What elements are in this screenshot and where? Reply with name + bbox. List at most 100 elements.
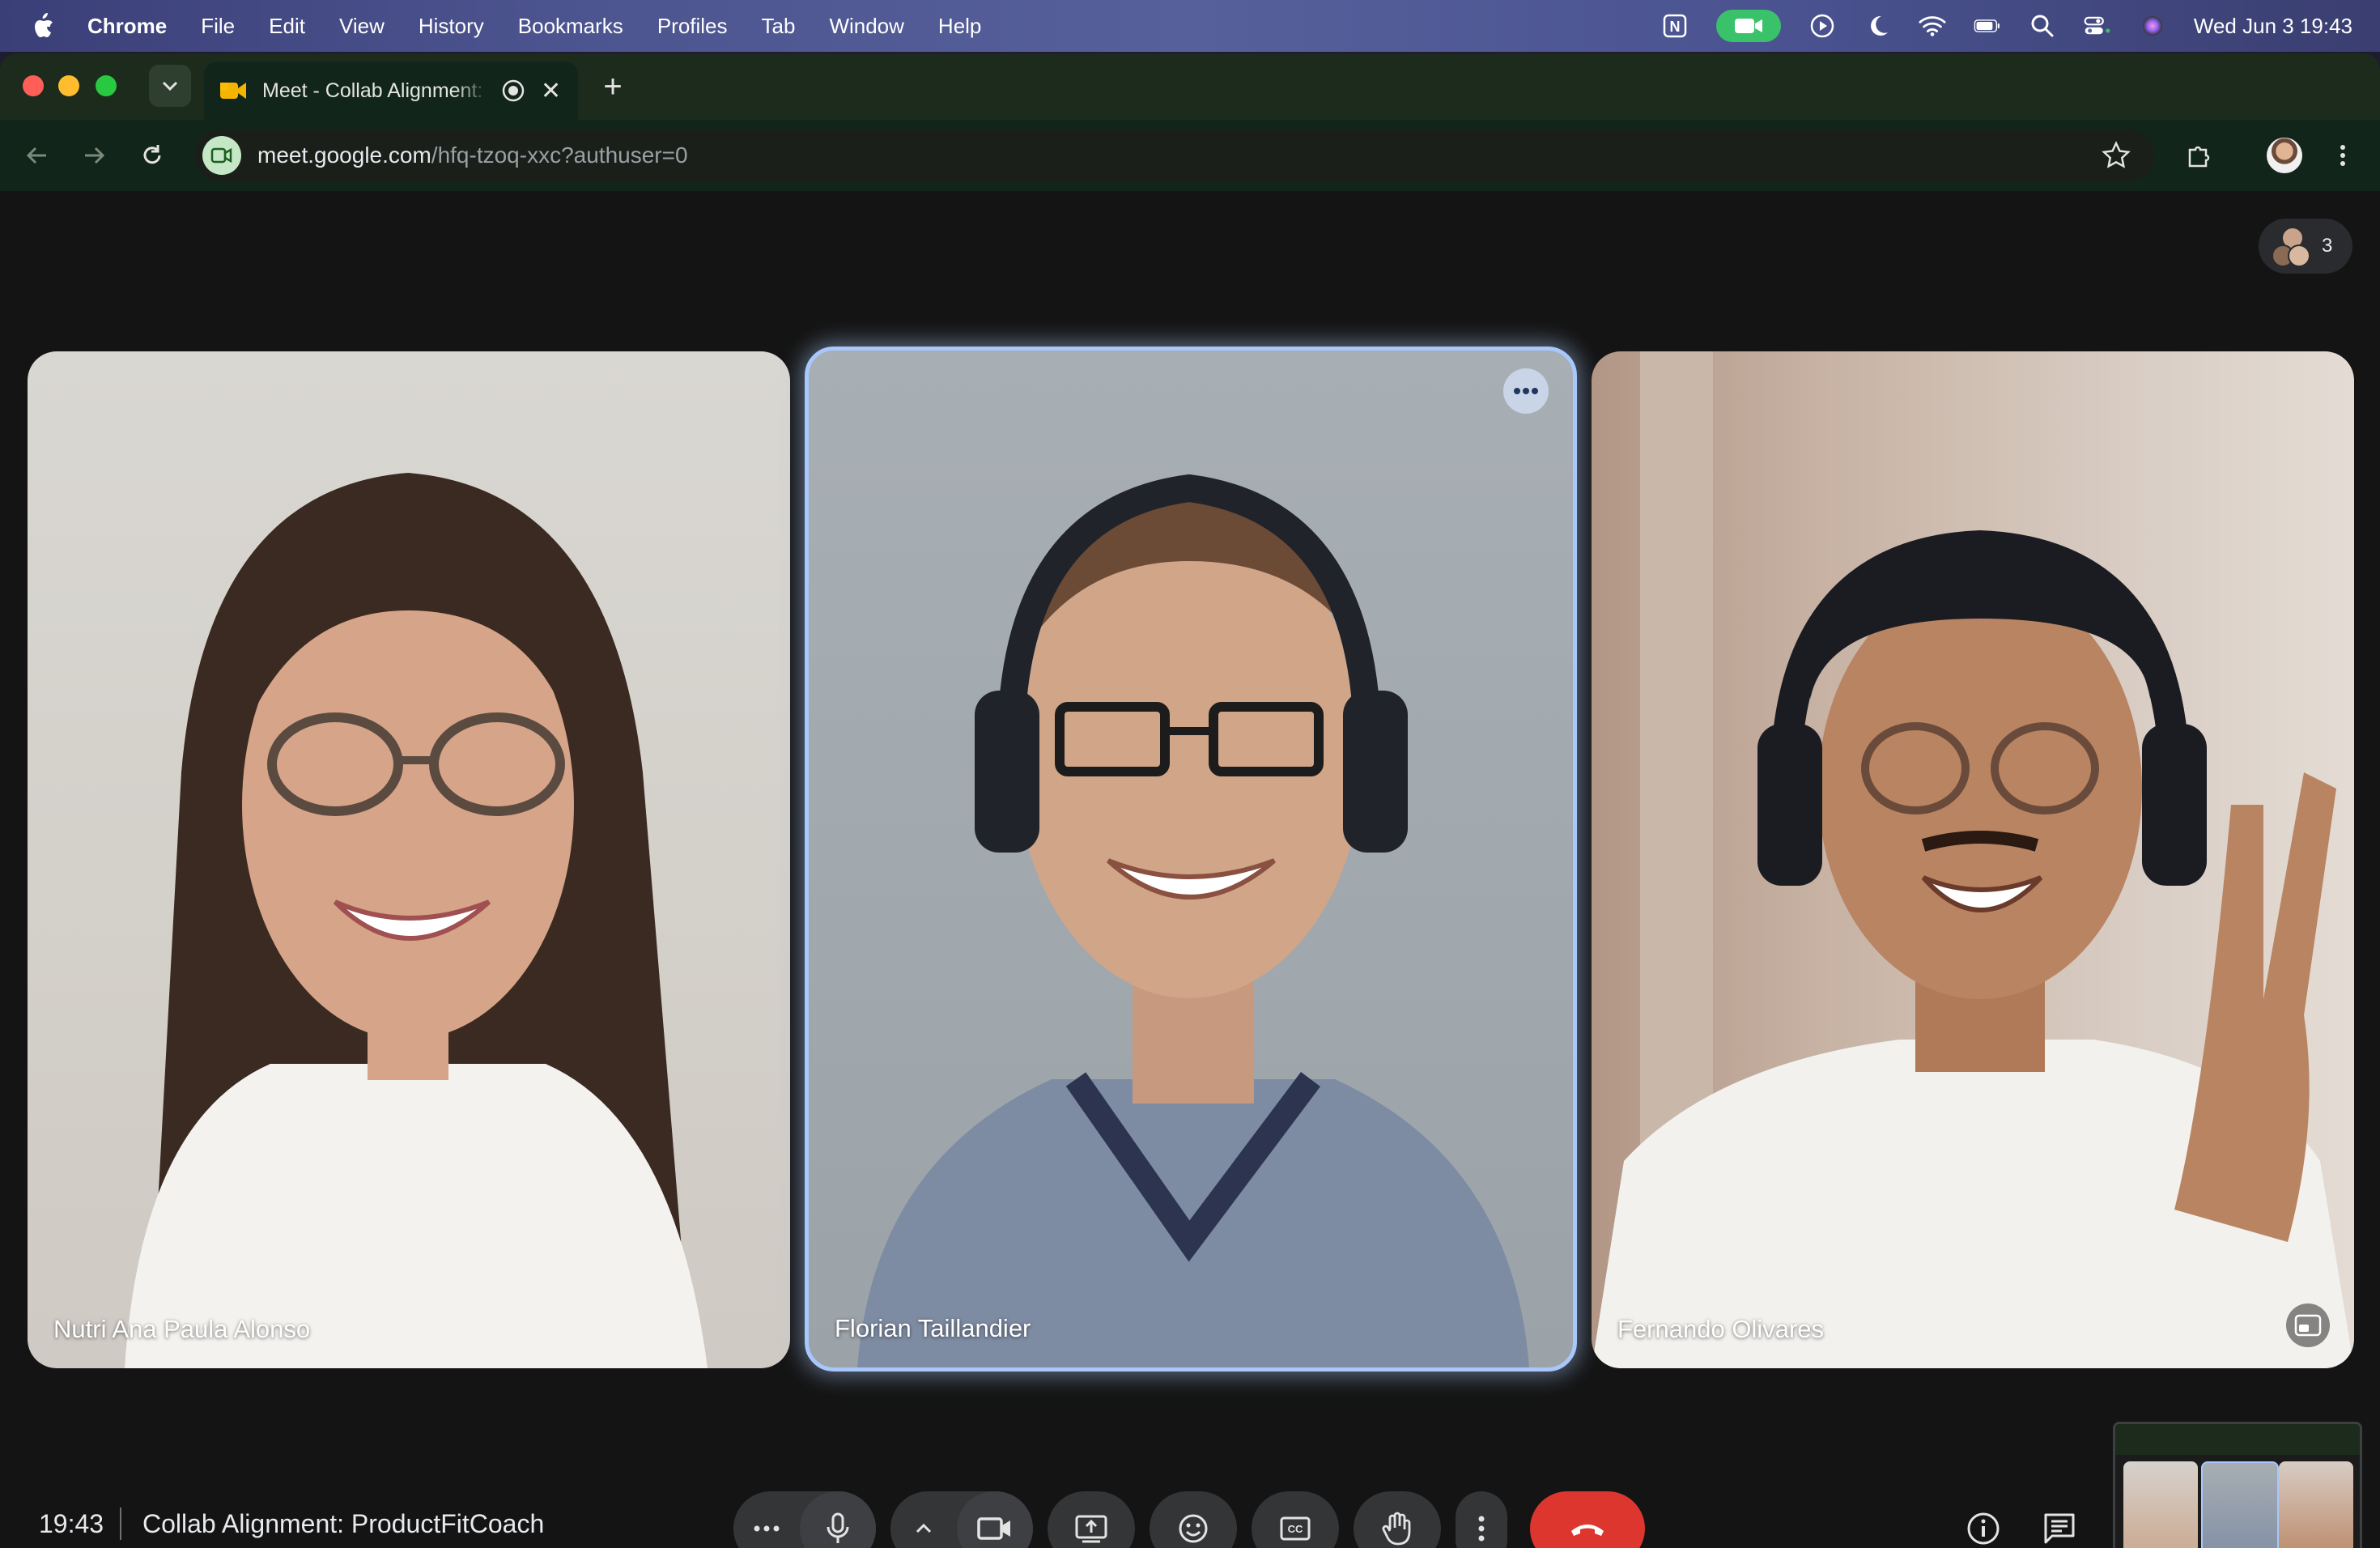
chat-button[interactable] [2034, 1503, 2085, 1548]
vertical-dots-icon [1478, 1516, 1485, 1542]
menu-profiles[interactable]: Profiles [657, 14, 728, 39]
extensions-button[interactable] [2179, 136, 2218, 175]
browser-toolbar: meet.google.com/hfq-tzoq-xxc?authuser=0 [0, 120, 2380, 191]
menu-bar-status-area: N Wed Jun 3 19:43 [1661, 0, 2352, 52]
video-control-group [890, 1491, 1033, 1548]
emoji-reactions-button[interactable] [1150, 1491, 1237, 1548]
microphone-button[interactable] [800, 1491, 876, 1548]
self-view-tile [2279, 1461, 2353, 1548]
participant-tile[interactable]: Nutri Ana Paula Alonso [28, 351, 790, 1368]
self-view-tile [2201, 1461, 2279, 1548]
bookmark-star-icon[interactable] [2102, 141, 2131, 170]
search-icon[interactable] [2029, 12, 2056, 40]
apple-logo-icon[interactable] [31, 12, 55, 40]
tile-more-options-button[interactable] [1503, 368, 1549, 414]
close-window-button[interactable] [23, 75, 44, 96]
forward-button[interactable] [74, 136, 113, 175]
moon-icon[interactable] [1864, 12, 1891, 40]
chevron-up-icon [916, 1523, 932, 1533]
new-tab-button[interactable]: + [594, 68, 631, 105]
pip-icon [2294, 1314, 2322, 1337]
meeting-details-button[interactable] [1957, 1503, 2009, 1548]
battery-icon[interactable] [1974, 12, 2001, 40]
wifi-icon[interactable] [1919, 12, 1946, 40]
leave-call-button[interactable] [1530, 1491, 1645, 1548]
svg-text:CC: CC [1288, 1523, 1303, 1535]
menu-app-name[interactable]: Chrome [87, 14, 167, 39]
self-view-tile [2123, 1461, 2198, 1548]
present-screen-icon [1075, 1515, 1107, 1543]
chat-icon [2044, 1513, 2075, 1544]
participant-video [125, 473, 708, 1368]
participant-name: Fernando Olivares [1617, 1315, 1825, 1343]
more-audio-options-button[interactable] [733, 1491, 800, 1548]
menu-window[interactable]: Window [829, 14, 903, 39]
participants-button[interactable]: 3 [2259, 219, 2352, 274]
camera-button[interactable] [957, 1491, 1033, 1548]
present-screen-button[interactable] [1048, 1491, 1135, 1548]
tab-title: Meet - Collab Alignment: ProductFitCoach [262, 79, 489, 102]
puzzle-icon [2188, 146, 2210, 168]
tab-search-button[interactable] [149, 65, 191, 107]
macos-menu-bar: Chrome File Edit View History Bookmarks … [0, 0, 2380, 52]
google-meet-favicon-icon [220, 83, 246, 99]
video-camera-icon [977, 1517, 1010, 1540]
url-path: /hfq-tzoq-xxc?authuser=0 [431, 142, 688, 168]
participant-name: Nutri Ana Paula Alonso [53, 1315, 311, 1343]
notion-icon[interactable]: N [1661, 12, 1689, 40]
microphone-icon [827, 1512, 849, 1543]
siri-icon[interactable] [2139, 12, 2166, 40]
active-tab[interactable]: Meet - Collab Alignment: ProductFitCoach… [204, 62, 578, 120]
close-tab-icon[interactable]: ✕ [541, 77, 561, 105]
meeting-clock: 19:43 [39, 1509, 104, 1538]
self-view-preview[interactable] [2113, 1422, 2362, 1548]
back-button[interactable] [18, 136, 57, 175]
participant-name: Florian Taillandier [835, 1314, 1031, 1342]
menu-bookmarks[interactable]: Bookmarks [518, 14, 623, 39]
facetime-camera-icon[interactable] [1715, 10, 1781, 42]
arrow-right-icon [85, 147, 105, 164]
control-center-icon[interactable] [2084, 12, 2111, 40]
menu-edit[interactable]: Edit [269, 14, 305, 39]
recording-indicator-icon [502, 79, 525, 102]
url-host: meet.google.com [257, 142, 431, 168]
meeting-title: Collab Alignment: ProductFitCoach [142, 1509, 545, 1538]
tab-strip: Meet - Collab Alignment: ProductFitCoach… [0, 53, 2380, 120]
site-info-icon[interactable] [202, 136, 241, 175]
participant-video [1592, 351, 2354, 1368]
menu-history[interactable]: History [419, 14, 484, 39]
fullscreen-window-button[interactable] [96, 75, 117, 96]
raise-hand-button[interactable] [1354, 1491, 1441, 1548]
closed-captions-icon: CC [1280, 1516, 1311, 1541]
picture-in-picture-button[interactable] [2286, 1303, 2330, 1347]
info-icon [1967, 1512, 2000, 1545]
meet-stage: 3 Nutri Ana Paula Alonso Florian Taillan… [0, 191, 2380, 1548]
play-icon[interactable] [1808, 12, 1836, 40]
more-options-button[interactable] [1456, 1491, 1507, 1548]
participant-tile-active-speaker[interactable]: Florian Taillandier [805, 347, 1577, 1372]
menu-file[interactable]: File [201, 14, 235, 39]
vertical-dots-icon [2340, 145, 2345, 166]
profile-avatar[interactable] [2267, 138, 2302, 173]
participant-avatars [2272, 225, 2310, 267]
menu-tab[interactable]: Tab [762, 14, 796, 39]
audio-control-group [733, 1491, 876, 1548]
more-video-options-button[interactable] [890, 1491, 957, 1548]
menu-bar-clock[interactable]: Wed Jun 3 19:43 [2194, 14, 2352, 39]
address-bar[interactable]: meet.google.com/hfq-tzoq-xxc?authuser=0 [194, 130, 2155, 181]
svg-text:N: N [1669, 19, 1680, 35]
reload-button[interactable] [133, 136, 172, 175]
arrow-left-icon [26, 147, 46, 164]
chrome-menu-button[interactable] [2323, 136, 2362, 175]
captions-button[interactable]: CC [1252, 1491, 1339, 1548]
meeting-info-divider [120, 1508, 121, 1540]
smiley-icon [1179, 1514, 1208, 1543]
horizontal-dots-icon [1514, 388, 1538, 394]
menu-help[interactable]: Help [938, 14, 981, 39]
participant-tile[interactable]: Fernando Olivares [1592, 351, 2354, 1368]
chevron-down-icon [162, 81, 178, 91]
self-view-toolbar-strip [2115, 1424, 2360, 1455]
menu-view[interactable]: View [339, 14, 385, 39]
minimize-window-button[interactable] [58, 75, 79, 96]
reload-icon [143, 145, 161, 164]
